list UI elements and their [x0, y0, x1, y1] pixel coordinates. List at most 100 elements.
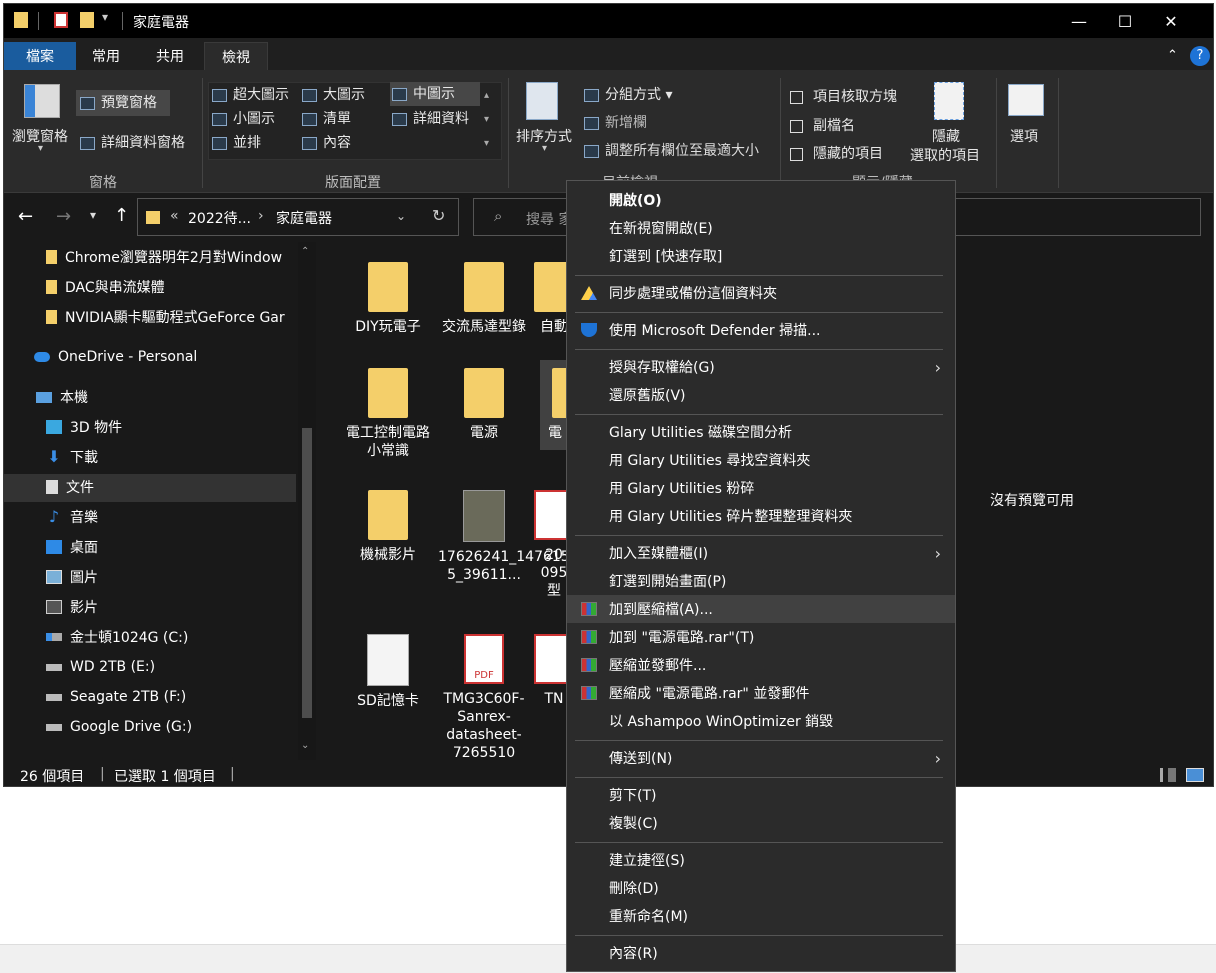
nav-item[interactable]: ⬇ 下載 — [46, 442, 318, 472]
nav-item[interactable]: 影片 — [46, 592, 318, 622]
menu-item-copy[interactable]: 複製(C) — [567, 809, 955, 837]
refresh-icon[interactable]: ↻ — [432, 206, 445, 225]
file-item[interactable]: 電工控制電路小常識 — [342, 368, 434, 460]
menu-item-cut[interactable]: 剪下(T) — [567, 781, 955, 809]
menu-item-add-to-rar[interactable]: 加到 "電源電路.rar"(T) — [567, 623, 955, 651]
nav-item[interactable]: ♪ 音樂 — [46, 502, 318, 532]
layout-details[interactable]: 詳細資料 — [392, 108, 469, 128]
nav-item-this-pc[interactable]: 本機 — [36, 382, 318, 412]
quick-access-dropdown-icon[interactable]: ▾ — [102, 10, 108, 24]
address-bar[interactable]: « 2022待... › 家庭電器 ⌄ — [137, 198, 459, 236]
details-view-icon[interactable] — [1160, 768, 1176, 782]
properties-icon[interactable] — [54, 12, 68, 28]
help-icon[interactable]: ? — [1190, 46, 1210, 66]
tab-share[interactable]: 共用 — [148, 42, 192, 70]
menu-item-open[interactable]: 開啟(O) — [567, 186, 955, 214]
nav-item[interactable]: DAC與串流媒體 — [46, 272, 318, 302]
menu-item-pin-start[interactable]: 釘選到開始畫面(P) — [567, 567, 955, 595]
close-button[interactable]: ✕ — [1148, 4, 1194, 38]
layout-list[interactable]: 清單 — [302, 108, 351, 128]
layout-medium-icons[interactable]: 中圖示 — [390, 82, 480, 106]
file-item[interactable]: 機械影片 — [342, 490, 434, 564]
nav-item[interactable]: 3D 物件 — [46, 412, 318, 442]
menu-item-rename[interactable]: 重新命名(M) — [567, 902, 955, 930]
tab-file[interactable]: 檔案 — [4, 42, 76, 70]
menu-item-include-in-library[interactable]: 加入至媒體櫃(I) › — [567, 539, 955, 567]
menu-item-delete[interactable]: 刪除(D) — [567, 874, 955, 902]
group-by-button[interactable]: 分組方式 ▾ — [584, 84, 672, 104]
menu-item-send-to[interactable]: 傳送到(N) › — [567, 744, 955, 772]
file-item[interactable]: 電源 — [438, 368, 530, 442]
collapse-ribbon-icon[interactable]: ⌃ — [1167, 48, 1178, 63]
scrollbar-thumb[interactable] — [302, 428, 312, 718]
file-item[interactable]: DIY玩電子 — [342, 262, 434, 336]
menu-item-defender-scan[interactable]: 使用 Microsoft Defender 掃描... — [567, 316, 955, 344]
menu-item-glary-disk-analysis[interactable]: Glary Utilities 磁碟空間分析 — [567, 418, 955, 446]
checkbox[interactable] — [790, 119, 803, 133]
item-check-boxes-toggle[interactable]: 項目核取方塊 — [790, 86, 897, 106]
menu-item-glary-find-empty[interactable]: 用 Glary Utilities 尋找空資料夾 — [567, 446, 955, 474]
menu-item-sync-backup[interactable]: 同步處理或備份這個資料夾 — [567, 279, 955, 307]
file-extensions-toggle[interactable]: 副檔名 — [790, 115, 855, 135]
menu-item-give-access[interactable]: 授與存取權給(G) › — [567, 353, 955, 381]
breadcrumb-item[interactable]: 2022待... — [188, 208, 251, 228]
maximize-button[interactable]: ☐ — [1102, 4, 1148, 38]
menu-item-glary-shred[interactable]: 用 Glary Utilities 粉碎 — [567, 474, 955, 502]
menu-item-compress-rar-email[interactable]: 壓縮成 "電源電路.rar" 並發郵件 — [567, 679, 955, 707]
nav-item-onedrive[interactable]: OneDrive - Personal — [34, 342, 318, 372]
menu-item-restore-versions[interactable]: 還原舊版(V) — [567, 381, 955, 409]
menu-item-add-to-archive[interactable]: 加到壓縮檔(A)... — [567, 595, 955, 623]
address-dropdown-icon[interactable]: ⌄ — [396, 209, 406, 223]
checkbox[interactable] — [790, 147, 803, 161]
file-name: DIY玩電子 — [355, 319, 421, 335]
tab-home[interactable]: 常用 — [84, 42, 128, 70]
file-item[interactable]: 交流馬達型錄 — [438, 262, 530, 336]
layout-content[interactable]: 內容 — [302, 132, 351, 152]
tab-view[interactable]: 檢視 — [204, 42, 268, 70]
menu-item-open-new-window[interactable]: 在新視窗開啟(E) — [567, 214, 955, 242]
up-arrow-icon[interactable]: ↑ — [114, 205, 129, 226]
menu-item-compress-email[interactable]: 壓縮並發郵件... — [567, 651, 955, 679]
layout-scroll-icon[interactable]: ▴ ▾ ▾ — [484, 84, 489, 156]
minimize-button[interactable]: — — [1056, 4, 1102, 38]
nav-item[interactable]: WD 2TB (E:) — [46, 652, 318, 682]
hide-selected-button[interactable]: 隱藏 — [932, 126, 960, 146]
nav-item[interactable]: 金士頓1024G (C:) — [46, 622, 318, 652]
preview-pane-button[interactable]: 預覽窗格 — [76, 90, 170, 116]
add-columns-button[interactable]: 新增欄 — [584, 112, 647, 132]
checkbox[interactable] — [790, 90, 803, 104]
nav-item[interactable]: Google Drive (G:) — [46, 712, 318, 742]
scroll-down-icon[interactable]: ⌄ — [301, 740, 309, 751]
hidden-items-toggle[interactable]: 隱藏的項目 — [790, 143, 883, 163]
layout-tiles[interactable]: 並排 — [212, 132, 261, 152]
nav-item[interactable]: NVIDIA顯卡驅動程式GeForce Gar — [46, 302, 318, 332]
options-button[interactable]: 選項 — [1010, 126, 1038, 146]
size-columns-button[interactable]: 調整所有欄位至最適大小 — [584, 140, 759, 160]
nav-item[interactable]: 圖片 — [46, 562, 318, 592]
nav-scrollbar[interactable]: ⌃ ⌄ — [298, 242, 316, 760]
breadcrumb-item[interactable]: 家庭電器 — [276, 208, 332, 228]
menu-item-glary-defrag[interactable]: 用 Glary Utilities 碎片整理整理資料夾 — [567, 502, 955, 530]
details-pane-button[interactable]: 詳細資料窗格 — [80, 132, 185, 152]
back-arrow-icon[interactable]: ← — [18, 206, 33, 227]
new-folder-icon[interactable] — [80, 12, 94, 28]
scroll-up-icon[interactable]: ⌃ — [301, 246, 309, 257]
layout-small-icons[interactable]: 小圖示 — [212, 108, 275, 128]
path-overflow[interactable]: « — [170, 208, 179, 224]
menu-item-create-shortcut[interactable]: 建立捷徑(S) — [567, 846, 955, 874]
nav-item[interactable]: 桌面 — [46, 532, 318, 562]
forward-arrow-icon[interactable]: → — [56, 206, 71, 227]
nav-item[interactable]: Seagate 2TB (F:) — [46, 682, 318, 712]
large-icons-view-icon[interactable] — [1186, 768, 1204, 782]
file-item[interactable]: PDF TMG3C60F-Sanrex-datasheet-7265510 — [438, 634, 530, 760]
file-item[interactable]: SD記憶卡 — [342, 634, 434, 710]
menu-item-ashampoo-destroy[interactable]: 以 Ashampoo WinOptimizer 銷毀 — [567, 707, 955, 735]
file-item[interactable]: 17626241_147615065240322 5_39611... — [438, 490, 650, 584]
layout-extra-large-icons[interactable]: 超大圖示 — [212, 84, 289, 104]
menu-item-pin-quick-access[interactable]: 釘選到 [快速存取] — [567, 242, 955, 270]
nav-item-documents[interactable]: 文件 — [46, 472, 318, 502]
nav-item[interactable]: Chrome瀏覽器明年2月對Window — [46, 242, 318, 272]
recent-locations-icon[interactable]: ▾ — [90, 208, 96, 222]
layout-large-icons[interactable]: 大圖示 — [302, 84, 365, 104]
menu-item-properties[interactable]: 內容(R) — [567, 939, 955, 967]
